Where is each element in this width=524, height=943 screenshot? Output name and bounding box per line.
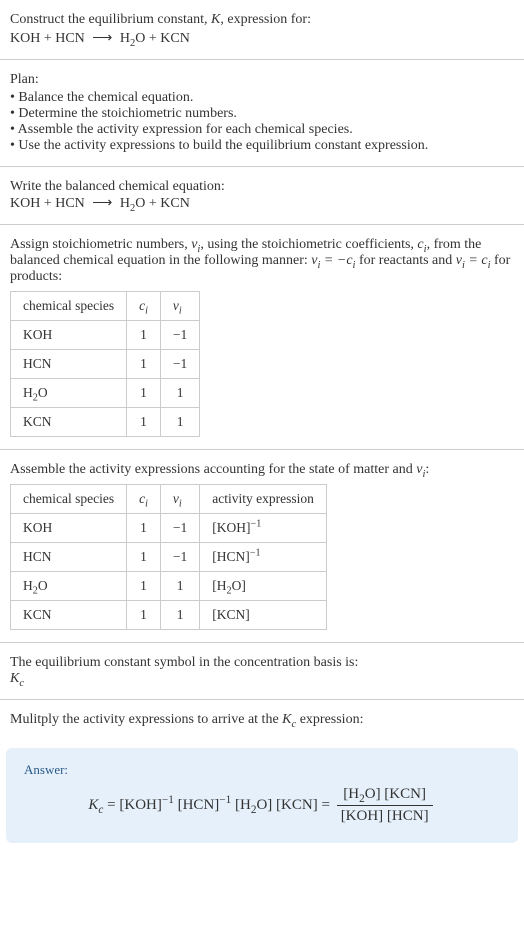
activity-text-a: Assemble the activity expressions accoun… [10, 462, 416, 477]
table-row: KOH 1 −1 [KOH]−1 [11, 514, 327, 543]
cell-ci: 1 [127, 321, 161, 350]
table-row: H2O 1 1 [11, 379, 200, 408]
question-prompt: Construct the equilibrium constant, K, e… [10, 12, 514, 28]
table-row: HCN 1 −1 [11, 350, 200, 379]
multiply-text: Mulitply the activity expressions to arr… [10, 712, 514, 728]
cell-nui: −1 [160, 350, 199, 379]
cell-ci: 1 [127, 514, 161, 543]
cell-activity: [KCN] [200, 601, 327, 630]
cell-ci: 1 [127, 572, 161, 601]
plan-title: Plan: [10, 72, 514, 88]
question-text-b: , expression for: [220, 12, 311, 27]
arrow-icon: ⟶ [92, 30, 112, 47]
stoich-table: chemical species ci νi KOH 1 −1 HCN 1 −1… [10, 291, 200, 437]
balanced-equation: KOH + HCN ⟶ H2O + KCN [10, 195, 514, 212]
multiply-text-a: Mulitply the activity expressions to arr… [10, 712, 282, 727]
cell-species: HCN [11, 350, 127, 379]
question-text-a: Construct the equilibrium constant, [10, 12, 211, 27]
cell-ci: 1 [127, 408, 161, 437]
stoich-text-a: Assign stoichiometric numbers, [10, 237, 191, 252]
col-species: chemical species [11, 485, 127, 514]
cell-species: H2O [11, 572, 127, 601]
table-row: H2O 1 1 [H2O] [11, 572, 327, 601]
kc-symbol: K [282, 712, 291, 727]
col-nui: νi [160, 292, 199, 321]
cell-ci: 1 [127, 379, 161, 408]
table-row: KCN 1 1 [KCN] [11, 601, 327, 630]
cell-activity: [H2O] [200, 572, 327, 601]
cell-nui: 1 [160, 601, 199, 630]
cell-species: HCN [11, 543, 127, 572]
table-row: KCN 1 1 [11, 408, 200, 437]
cell-nui: −1 [160, 321, 199, 350]
cell-activity: [HCN]−1 [200, 543, 327, 572]
activity-table: chemical species ci νi activity expressi… [10, 484, 327, 630]
stoich-text-b: , using the stoichiometric coefficients, [200, 237, 417, 252]
cell-species: KCN [11, 408, 127, 437]
plan-item: • Balance the chemical equation. [10, 90, 514, 106]
k-symbol: K [211, 12, 220, 27]
plan-item: • Determine the stoichiometric numbers. [10, 106, 514, 122]
cell-species: H2O [11, 379, 127, 408]
cell-species: KCN [11, 601, 127, 630]
basis-symbol: Kc [10, 671, 514, 687]
cell-ci: 1 [127, 543, 161, 572]
cell-nui: 1 [160, 379, 199, 408]
table-row: KOH 1 −1 [11, 321, 200, 350]
balanced-section: Write the balanced chemical equation: KO… [0, 167, 524, 225]
activity-text-b: : [425, 462, 429, 477]
table-header-row: chemical species ci νi [11, 292, 200, 321]
cell-nui: −1 [160, 543, 199, 572]
col-activity: activity expression [200, 485, 327, 514]
col-ci: ci [127, 485, 161, 514]
question-section: Construct the equilibrium constant, K, e… [0, 0, 524, 60]
cell-species: KOH [11, 514, 127, 543]
cell-species: KOH [11, 321, 127, 350]
col-species: chemical species [11, 292, 127, 321]
rule-reactants: νi = −ci [311, 253, 355, 268]
cell-activity: [KOH]−1 [200, 514, 327, 543]
cell-nui: −1 [160, 514, 199, 543]
stoich-section: Assign stoichiometric numbers, νi , using… [0, 225, 524, 450]
plan-item: • Use the activity expressions to build … [10, 138, 514, 154]
basis-section: The equilibrium constant symbol in the c… [0, 643, 524, 700]
basis-text: The equilibrium constant symbol in the c… [10, 655, 514, 671]
activity-title: Assemble the activity expressions accoun… [10, 462, 514, 478]
plan-item: • Assemble the activity expression for e… [10, 122, 514, 138]
arrow-icon: ⟶ [92, 195, 112, 212]
col-nui: νi [160, 485, 199, 514]
cell-ci: 1 [127, 350, 161, 379]
activity-section: Assemble the activity expressions accoun… [0, 450, 524, 643]
table-row: HCN 1 −1 [HCN]−1 [11, 543, 327, 572]
cell-nui: 1 [160, 572, 199, 601]
answer-equation: Kc = [KOH]−1 [HCN]−1 [H2O] [KCN] = [H2O]… [24, 786, 500, 825]
balanced-title: Write the balanced chemical equation: [10, 179, 514, 195]
rule-products: νi = ci [456, 253, 491, 268]
cell-nui: 1 [160, 408, 199, 437]
stoich-text: Assign stoichiometric numbers, νi, using… [10, 237, 514, 285]
answer-box: Answer: Kc = [KOH]−1 [HCN]−1 [H2O] [KCN]… [6, 748, 518, 843]
plan-section: Plan: • Balance the chemical equation. •… [0, 60, 524, 167]
answer-label: Answer: [24, 762, 500, 778]
stoich-text-d: for reactants and [355, 253, 455, 268]
question-equation: KOH + HCN ⟶ H2O + KCN [10, 30, 514, 47]
cell-ci: 1 [127, 601, 161, 630]
multiply-text-b: expression: [296, 712, 363, 727]
multiply-section: Mulitply the activity expressions to arr… [0, 700, 524, 740]
table-header-row: chemical species ci νi activity expressi… [11, 485, 327, 514]
col-ci: ci [127, 292, 161, 321]
